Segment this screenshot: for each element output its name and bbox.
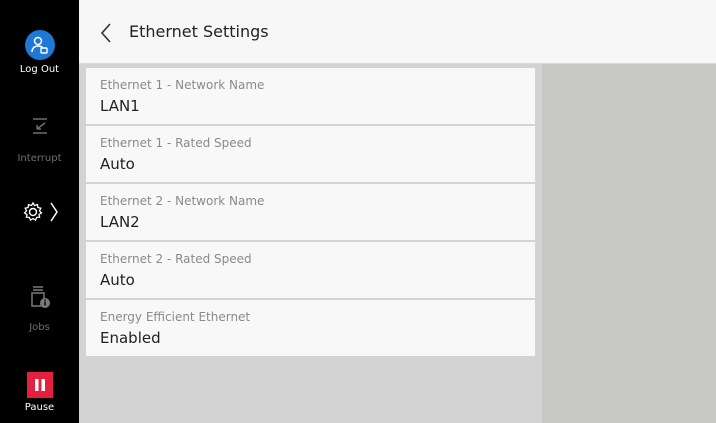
- setting-value: LAN2: [100, 213, 140, 231]
- header-bar: Ethernet Settings: [79, 0, 716, 64]
- setting-value: Auto: [100, 155, 135, 173]
- page-title: Ethernet Settings: [129, 22, 269, 41]
- setting-value: LAN1: [100, 97, 140, 115]
- setting-row-ethernet1-network-name[interactable]: Ethernet 1 - Network Name LAN1: [86, 68, 535, 124]
- settings-button[interactable]: [0, 201, 79, 227]
- logout-label: Log Out: [19, 64, 60, 75]
- settings-pane: Ethernet 1 - Network Name LAN1 Ethernet …: [79, 64, 542, 423]
- jobs-button[interactable]: Jobs: [0, 284, 79, 334]
- pause-label: Pause: [24, 402, 55, 413]
- interrupt-icon: [0, 115, 79, 139]
- logout-button[interactable]: Log Out: [0, 30, 79, 76]
- interrupt-button[interactable]: Interrupt: [0, 115, 79, 165]
- system-rail: Log Out Interrupt Jobs Pause: [0, 0, 79, 423]
- pause-icon: [26, 372, 53, 398]
- setting-label: Ethernet 1 - Network Name: [100, 78, 265, 92]
- setting-value: Enabled: [100, 329, 161, 347]
- pause-button[interactable]: Pause: [0, 372, 79, 414]
- setting-row-ethernet2-network-name[interactable]: Ethernet 2 - Network Name LAN2: [86, 184, 535, 240]
- gear-icon: [22, 201, 44, 227]
- chevron-left-icon: [100, 23, 111, 43]
- jobs-label: Jobs: [29, 322, 50, 333]
- setting-label: Ethernet 2 - Network Name: [100, 194, 265, 208]
- setting-label: Ethernet 2 - Rated Speed: [100, 252, 252, 266]
- setting-row-energy-efficient-ethernet[interactable]: Energy Efficient Ethernet Enabled: [86, 300, 535, 356]
- chevron-right-icon: [49, 201, 58, 227]
- user-logout-icon: [24, 30, 55, 60]
- jobs-icon: [0, 284, 79, 310]
- back-button[interactable]: [95, 20, 117, 46]
- setting-row-ethernet2-rated-speed[interactable]: Ethernet 2 - Rated Speed Auto: [86, 242, 535, 298]
- interrupt-label: Interrupt: [17, 153, 62, 164]
- setting-label: Energy Efficient Ethernet: [100, 310, 251, 324]
- setting-label: Ethernet 1 - Rated Speed: [100, 136, 252, 150]
- setting-row-ethernet1-rated-speed[interactable]: Ethernet 1 - Rated Speed Auto: [86, 126, 535, 182]
- detail-pane: [542, 64, 716, 423]
- setting-value: Auto: [100, 271, 135, 289]
- settings-list: Ethernet 1 - Network Name LAN1 Ethernet …: [86, 68, 535, 358]
